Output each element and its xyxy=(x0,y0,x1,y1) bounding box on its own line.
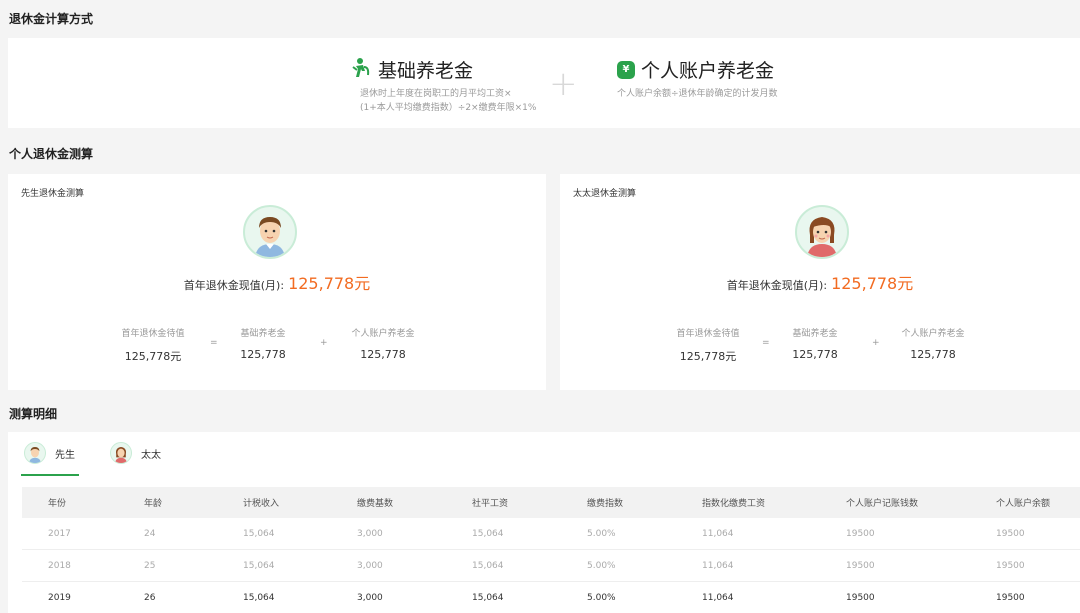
husband-equals-sign: = xyxy=(210,338,218,348)
cell-indexed-wage: 11,064 xyxy=(702,560,734,571)
table-row: 2018 25 15,064 3,000 15,064 5.00% 11,064… xyxy=(22,550,1080,582)
cell-avg-social-wage: 15,064 xyxy=(472,560,504,571)
formula-section-title: 退休金计算方式 xyxy=(9,12,94,26)
cell-avg-social-wage: 15,064 xyxy=(472,528,504,539)
formula-card: 基础养老金 退休时上年度在岗职工的月平均工资× (1+本人平均缴费指数）÷2×缴… xyxy=(8,38,1080,128)
husband-total-stat: 首年退休金待值 125,778元 xyxy=(98,326,208,364)
basic-pension-formula: 基础养老金 退休时上年度在岗职工的月平均工资× (1+本人平均缴费指数）÷2×缴… xyxy=(350,56,536,115)
husband-total-label: 首年退休金待值 xyxy=(121,329,185,339)
basic-pension-desc-line2: (1+本人平均缴费指数）÷2×缴费年限×1% xyxy=(360,103,537,113)
header-indexed-wage: 指数化缴费工资 xyxy=(702,499,766,509)
header-contribution-index: 缴费指数 xyxy=(587,499,624,509)
table-row: 2017 24 15,064 3,000 15,064 5.00% 11,064… xyxy=(22,518,1080,550)
husband-personal-label: 个人账户养老金 xyxy=(351,329,415,339)
cell-account-credit: 19500 xyxy=(846,528,875,539)
cell-contribution-index: 5.00% xyxy=(587,528,616,539)
wife-personal-value: 125,778 xyxy=(910,348,956,361)
basic-pension-desc-line1: 退休时上年度在岗职工的月平均工资× xyxy=(360,89,512,99)
cell-account-credit: 19500 xyxy=(846,560,875,571)
basic-pension-title: 基础养老金 xyxy=(378,60,474,82)
header-account-credit: 个人账户记账钱数 xyxy=(846,499,919,509)
cell-contribution-index: 5.00% xyxy=(587,560,616,571)
husband-basic-stat: 基础养老金 125,778 xyxy=(218,326,308,361)
wife-plus-sign: + xyxy=(872,338,880,348)
wife-total-stat: 首年退休金待值 125,778元 xyxy=(653,326,763,364)
husband-first-year-label: 首年退休金现值(月): xyxy=(183,279,285,292)
wife-basic-label: 基础养老金 xyxy=(792,329,838,339)
tab-wife[interactable]: 太太 xyxy=(110,442,161,464)
wife-total-value: 125,778元 xyxy=(679,350,737,363)
cell-indexed-wage: 11,064 xyxy=(702,593,734,603)
detail-card: 先生 太太 年份 年龄 计税收入 缴费基数 社平工资 缴费指数 指数化缴费工资 … xyxy=(8,432,1080,613)
table-row: 2019 26 15,064 3,000 15,064 5.00% 11,064… xyxy=(22,583,1080,613)
husband-first-year-value: 125,778元 xyxy=(288,274,371,293)
personal-pension-formula: ¥ 个人账户养老金 个人账户余额÷退休年龄确定的计发月数 xyxy=(617,56,778,101)
husband-card-title: 先生退休金测算 xyxy=(21,189,85,199)
wife-first-year: 首年退休金现值(月): 125,778元 xyxy=(560,270,1080,294)
wife-tab-avatar xyxy=(110,442,132,464)
wife-equals-sign: = xyxy=(762,338,770,348)
cell-contribution-index: 5.00% xyxy=(587,593,616,603)
cell-year: 2019 xyxy=(48,593,71,603)
husband-estimate-card: 先生退休金测算 首年退休金现值(月): 125,778元 首年退休金待值 125,… xyxy=(8,174,546,390)
tab-wife-label: 太太 xyxy=(141,449,161,461)
husband-basic-label: 基础养老金 xyxy=(240,329,286,339)
header-taxable-income: 计税收入 xyxy=(243,499,280,509)
wife-basic-value: 125,778 xyxy=(792,348,838,361)
table-header: 年份 年龄 计税收入 缴费基数 社平工资 缴费指数 指数化缴费工资 个人账户记账… xyxy=(22,487,1080,518)
cell-taxable-income: 15,064 xyxy=(243,560,275,571)
tab-husband-label: 先生 xyxy=(55,449,75,461)
header-year: 年份 xyxy=(48,499,67,509)
cell-avg-social-wage: 15,064 xyxy=(472,593,504,603)
cell-account-credit: 19500 xyxy=(846,593,875,603)
elder-icon xyxy=(350,57,372,83)
wife-card-title: 太太退休金测算 xyxy=(573,189,637,199)
husband-total-value: 125,778元 xyxy=(124,350,182,363)
cell-year: 2018 xyxy=(48,560,71,571)
wife-personal-label: 个人账户养老金 xyxy=(901,329,965,339)
tab-husband[interactable]: 先生 xyxy=(24,442,75,464)
cell-account-balance: 19500 xyxy=(996,593,1025,603)
header-contribution-base: 缴费基数 xyxy=(357,499,394,509)
personal-pension-desc: 个人账户余额÷退休年龄确定的计发月数 xyxy=(617,89,778,99)
header-age: 年龄 xyxy=(144,499,163,509)
cell-year: 2017 xyxy=(48,528,71,539)
estimate-section-title: 个人退休金测算 xyxy=(9,147,94,161)
husband-avatar xyxy=(243,205,297,259)
formula-plus-icon: + xyxy=(549,64,578,104)
active-tab-indicator xyxy=(21,474,79,476)
wife-basic-stat: 基础养老金 125,778 xyxy=(770,326,860,361)
cell-taxable-income: 15,064 xyxy=(243,593,275,603)
header-avg-social-wage: 社平工资 xyxy=(472,499,509,509)
wife-personal-stat: 个人账户养老金 125,778 xyxy=(888,326,978,361)
husband-personal-value: 125,778 xyxy=(360,348,406,361)
personal-pension-title: 个人账户养老金 xyxy=(641,60,775,82)
money-bag-icon: ¥ xyxy=(617,60,635,79)
wife-avatar xyxy=(795,205,849,259)
wife-estimate-card: 太太退休金测算 首年退休金现值(月): 125,778元 首年退休金待值 125,… xyxy=(560,174,1080,390)
cell-age: 24 xyxy=(144,528,156,539)
husband-plus-sign: + xyxy=(320,338,328,348)
detail-section-title: 测算明细 xyxy=(9,407,58,421)
wife-first-year-value: 125,778元 xyxy=(831,274,914,293)
cell-taxable-income: 15,064 xyxy=(243,528,275,539)
husband-tab-avatar xyxy=(24,442,46,464)
cell-account-balance: 19500 xyxy=(996,560,1025,571)
husband-first-year: 首年退休金现值(月): 125,778元 xyxy=(8,270,546,294)
cell-contribution-base: 3,000 xyxy=(357,560,383,571)
cell-contribution-base: 3,000 xyxy=(357,593,383,603)
header-account-balance: 个人账户余额 xyxy=(996,499,1051,509)
cell-age: 25 xyxy=(144,560,156,571)
cell-account-balance: 19500 xyxy=(996,528,1025,539)
cell-contribution-base: 3,000 xyxy=(357,528,383,539)
wife-total-label: 首年退休金待值 xyxy=(676,329,740,339)
cell-indexed-wage: 11,064 xyxy=(702,528,734,539)
husband-basic-value: 125,778 xyxy=(240,348,286,361)
cell-age: 26 xyxy=(144,593,156,603)
wife-first-year-label: 首年退休金现值(月): xyxy=(726,279,828,292)
husband-personal-stat: 个人账户养老金 125,778 xyxy=(338,326,428,361)
